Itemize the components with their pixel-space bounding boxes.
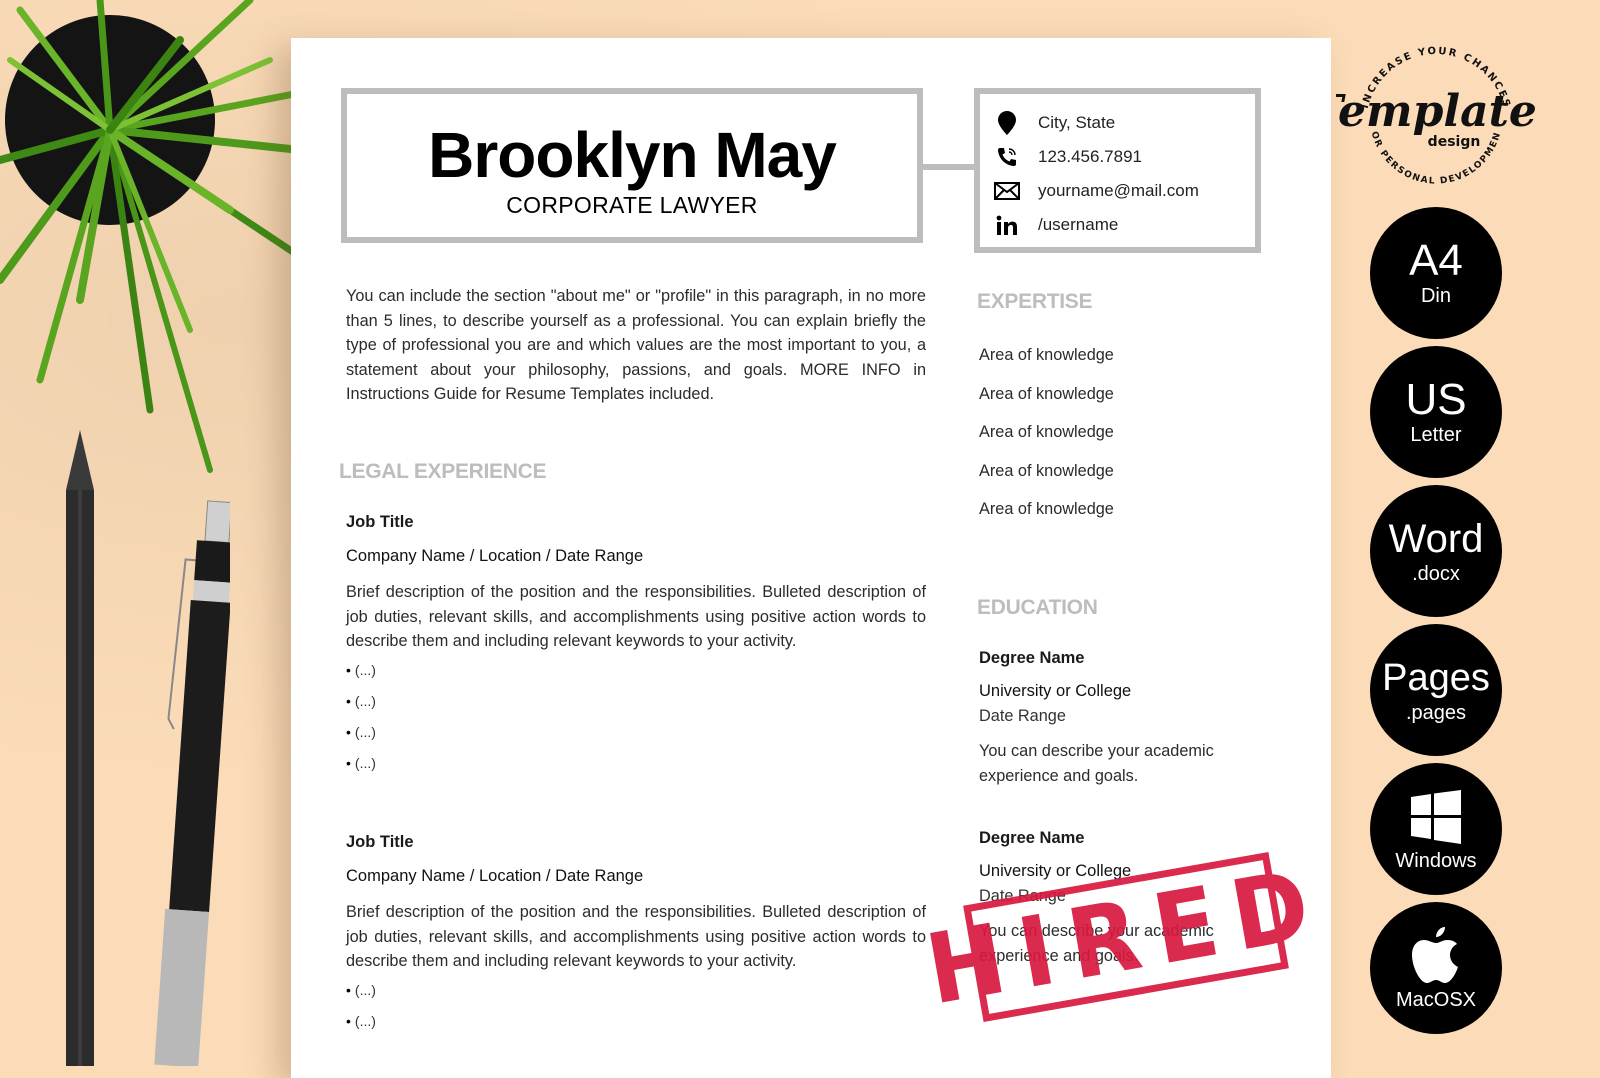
job-bullet: (...) — [346, 722, 926, 753]
pen-decoration — [154, 500, 230, 1066]
expertise-item: Area of knowledge — [979, 423, 1114, 442]
expertise-item: Area of knowledge — [979, 384, 1114, 403]
contact-linkedin: /username — [992, 208, 1255, 242]
badge-macosx: MacOSX — [1370, 902, 1502, 1034]
education-date: Date Range — [979, 707, 1066, 725]
job-entry: Job Title Company Name / Location / Date… — [346, 832, 926, 1042]
job-bullet: (...) — [346, 660, 926, 691]
name-header-box: Brooklyn May CORPORATE LAWYER — [341, 88, 923, 243]
pencil-decoration — [66, 430, 94, 1066]
resume-page: Brooklyn May CORPORATE LAWYER City, Stat… — [291, 38, 1333, 1078]
degree-name: Degree Name — [979, 829, 1085, 847]
windows-logo-icon — [1411, 789, 1461, 844]
section-title-expertise: EXPERTISE — [977, 290, 1093, 313]
candidate-role: CORPORATE LAWYER — [506, 192, 758, 218]
job-bullet: (...) — [346, 753, 926, 784]
degree-name: Degree Name — [979, 649, 1085, 667]
phone-icon — [992, 144, 1022, 170]
job-entry: Job Title Company Name / Location / Date… — [346, 512, 926, 784]
job-bullet: (...) — [346, 691, 926, 722]
education-entry: Degree Name University or College Date R… — [979, 648, 1249, 788]
job-bullets: (...) (...) — [346, 980, 926, 1042]
education-description: You can describe your academic experienc… — [979, 742, 1214, 785]
envelope-icon — [992, 178, 1022, 204]
contact-location: City, State — [992, 106, 1255, 140]
contact-box: City, State 123.456.7891 yourname@mail.c… — [974, 88, 1261, 253]
school-name: University or College — [979, 682, 1132, 700]
job-company: Company Name / Location / Date Range — [346, 867, 644, 885]
job-bullet: (...) — [346, 980, 926, 1011]
logo-sub: design — [1428, 134, 1481, 150]
expertise-item: Area of knowledge — [979, 461, 1114, 480]
contact-email: yourname@mail.com — [992, 174, 1255, 208]
section-title-experience: LEGAL EXPERIENCE — [339, 460, 547, 483]
profile-paragraph: You can include the section "about me" o… — [346, 287, 926, 404]
header-connector-line — [923, 164, 974, 170]
templates-design-logo: INCREASE YOUR CHANCES FOR PERSONAL DEVEL… — [1336, 34, 1536, 187]
job-title: Job Title — [346, 833, 414, 851]
map-pin-icon — [992, 110, 1022, 136]
contact-phone: 123.456.7891 — [992, 140, 1255, 174]
job-description: Brief description of the position and th… — [346, 903, 926, 971]
section-title-education: EDUCATION — [977, 596, 1098, 619]
expertise-item: Area of knowledge — [979, 500, 1114, 519]
expertise-item: Area of knowledge — [979, 346, 1114, 364]
job-description: Brief description of the position and th… — [346, 583, 926, 651]
linkedin-icon — [992, 212, 1022, 238]
apple-logo-icon — [1412, 926, 1458, 983]
job-bullet: (...) — [346, 1011, 926, 1042]
badge-word: Word .docx — [1370, 485, 1502, 617]
expertise-list: Area of knowledge Area of knowledge Area… — [979, 343, 1114, 536]
job-company: Company Name / Location / Date Range — [346, 547, 644, 565]
badge-a4: A4 Din — [1370, 207, 1502, 339]
badge-pages: Pages .pages — [1370, 624, 1502, 756]
job-title: Job Title — [346, 513, 414, 531]
logo-script: Templates — [1336, 86, 1536, 137]
job-bullets: (...) (...) (...) (...) — [346, 660, 926, 784]
badge-us-letter: US Letter — [1370, 346, 1502, 478]
candidate-name: Brooklyn May — [428, 119, 837, 191]
badge-windows: Windows — [1370, 763, 1502, 895]
